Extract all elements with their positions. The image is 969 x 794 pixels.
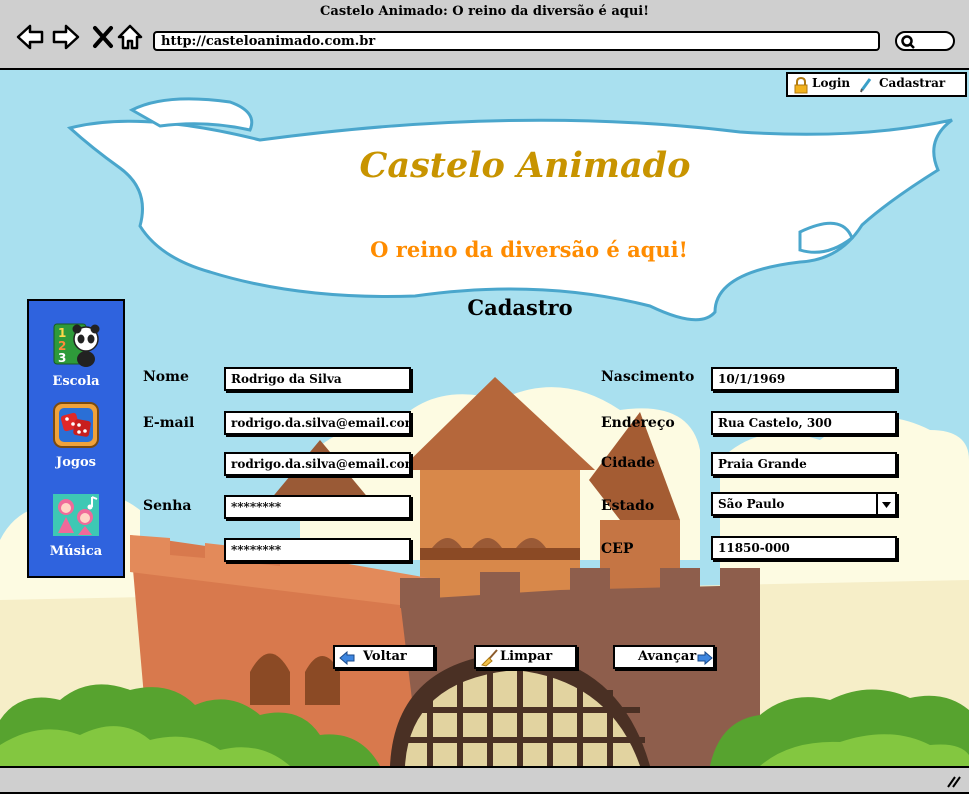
sidebar: 1 2 3 Escola Jogos Música (27, 299, 125, 578)
state-label: Estado (601, 498, 655, 514)
back-button-label: Voltar (363, 649, 407, 664)
birth-field[interactable]: 10/1/1969 (711, 367, 897, 391)
forward-icon[interactable] (51, 22, 81, 52)
register-link[interactable]: Cadastrar (879, 76, 945, 90)
state-select[interactable]: São Paulo (711, 492, 897, 516)
city-field[interactable]: Praia Grande (711, 452, 897, 476)
clear-button[interactable]: Limpar (474, 645, 577, 669)
next-button-label: Avançar (638, 649, 697, 664)
arrow-left-icon (339, 651, 355, 665)
dice-icon (53, 402, 99, 448)
close-icon[interactable] (89, 22, 119, 52)
email-field[interactable]: rodrigo.da.silva@email.com (224, 411, 411, 435)
clear-button-label: Limpar (500, 649, 553, 664)
broom-icon (481, 649, 498, 667)
site-title: Castelo Animado (359, 145, 691, 186)
password-confirm-field[interactable]: ******** (224, 538, 411, 562)
svg-text:3: 3 (58, 351, 66, 365)
address-bar[interactable]: http://casteloanimado.com.br (153, 31, 880, 51)
arrow-right-icon (697, 651, 713, 665)
name-label: Nome (143, 369, 189, 385)
sidebar-item-label: Música (49, 544, 103, 559)
lock-icon (794, 77, 808, 94)
site-tagline: O reino da diversão é aqui! (370, 237, 688, 262)
sidebar-item-escola[interactable]: 1 2 3 Escola (29, 321, 123, 389)
next-button[interactable]: Avançar (613, 645, 715, 669)
home-icon[interactable] (116, 22, 146, 52)
browser-search-input[interactable] (895, 31, 955, 51)
email-label: E-mail (143, 415, 195, 431)
svg-text:1: 1 (58, 326, 66, 340)
auth-bar: Login Cadastrar (786, 72, 967, 97)
chevron-down-icon[interactable] (876, 494, 895, 514)
page-title: Cadastro (467, 295, 573, 320)
back-icon[interactable] (15, 22, 45, 52)
address-field[interactable]: Rua Castelo, 300 (711, 411, 897, 435)
browser-toolbar: Castelo Animado: O reino da diversão é a… (0, 0, 969, 70)
email-confirm-field[interactable]: rodrigo.da.silva@email.com (224, 452, 411, 476)
window-title: Castelo Animado: O reino da diversão é a… (320, 4, 649, 19)
back-button[interactable]: Voltar (333, 645, 435, 669)
panda-numbers-icon: 1 2 3 (53, 323, 100, 367)
sidebar-item-musica[interactable]: Música (29, 493, 123, 559)
sidebar-item-label: Escola (52, 374, 100, 389)
login-link[interactable]: Login (812, 76, 850, 90)
sidebar-item-label: Jogos (56, 455, 96, 470)
password-field[interactable]: ******** (224, 495, 411, 519)
birth-label: Nascimento (601, 369, 695, 385)
address-label: Endereço (601, 415, 675, 431)
search-icon (901, 35, 915, 49)
city-label: Cidade (601, 455, 656, 471)
name-field[interactable]: Rodrigo da Silva (224, 367, 411, 391)
browser-status-bar (0, 766, 969, 794)
pencil-icon (860, 78, 872, 93)
cep-label: CEP (601, 541, 634, 557)
state-select-value: São Paulo (718, 497, 785, 511)
resize-grip-icon[interactable] (945, 774, 961, 788)
sidebar-item-jogos[interactable]: Jogos (29, 402, 123, 470)
music-kids-icon (53, 494, 99, 536)
password-label: Senha (143, 498, 192, 514)
cep-field[interactable]: 11850-000 (711, 536, 897, 560)
